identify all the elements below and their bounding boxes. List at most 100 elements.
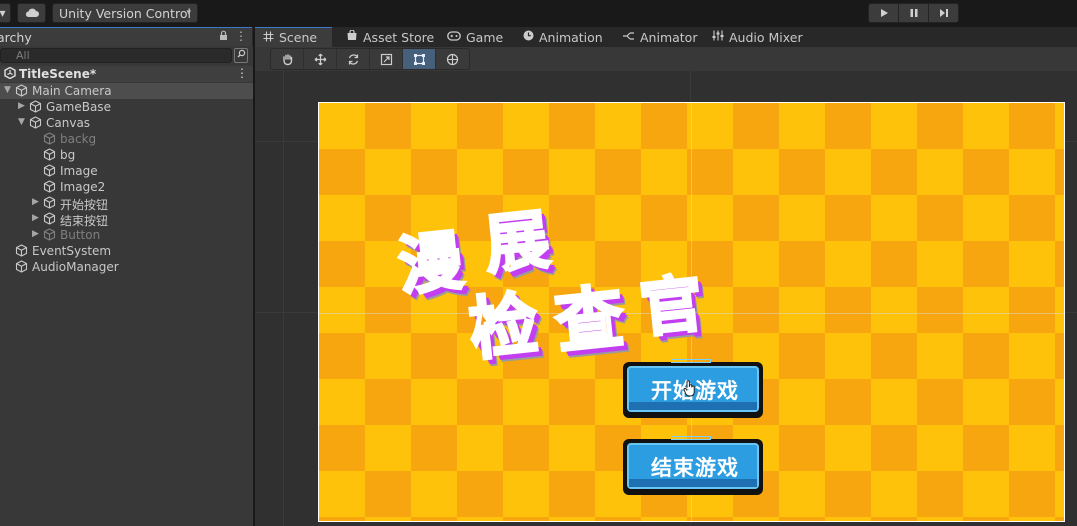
gameobject-cube-icon	[43, 180, 56, 193]
hierarchy-item[interactable]: ▶ Button	[0, 227, 253, 243]
gameobject-cube-icon	[29, 116, 42, 129]
hierarchy-item-label: Image2	[60, 180, 106, 194]
expand-arrow-right-icon[interactable]: ▶	[32, 213, 39, 223]
end-game-button[interactable]: 结束游戏	[623, 436, 763, 495]
tab-label: Game	[466, 29, 504, 45]
expand-arrow-down-icon[interactable]: ▼	[4, 85, 11, 95]
hierarchy-item[interactable]: Image2	[0, 179, 253, 195]
hierarchy-item[interactable]: EventSystem	[0, 243, 253, 259]
gameobject-cube-icon	[15, 260, 28, 273]
version-control-dropdown[interactable]: Unity Version Control ▾	[52, 3, 198, 23]
tab-label: Audio Mixer	[729, 29, 803, 45]
tab-animation[interactable]: Animation	[523, 27, 603, 47]
hierarchy-item[interactable]: ▶ 结束按钮	[0, 211, 253, 228]
hierarchy-search-input[interactable]: All	[0, 48, 232, 63]
cloud-icon	[25, 8, 39, 17]
pause-icon	[910, 9, 917, 17]
lock-icon[interactable]	[219, 30, 228, 44]
search-type-button[interactable]	[234, 48, 248, 63]
tab-game[interactable]: Game	[447, 27, 503, 47]
scene-panel: Scene Asset Store Game Animation Animator Aud…	[255, 27, 1077, 526]
gameobject-cube-icon	[43, 164, 56, 177]
step-button[interactable]	[928, 3, 959, 23]
canvas-game-view[interactable]: 漫 展 检 查 官 开始游戏 结束游戏	[318, 102, 1065, 522]
scene-root-row[interactable]: TitleScene* ⋮	[0, 66, 253, 82]
logo-char: 检	[464, 283, 543, 372]
tab-asset-store[interactable]: Asset Store	[346, 27, 434, 47]
step-icon	[939, 9, 948, 17]
grid-icon	[263, 31, 274, 45]
hierarchy-item[interactable]: AudioManager	[0, 259, 253, 275]
expand-arrow-right-icon[interactable]: ▶	[32, 197, 39, 207]
hierarchy-panel: archy ⋮ All TitleScene* ⋮ ▼ Main Camera ▶ G…	[0, 27, 253, 526]
hand-tool-icon	[282, 53, 292, 65]
tab-audio-mixer[interactable]: Audio Mixer	[712, 27, 803, 47]
hierarchy-item[interactable]: ▶ GameBase	[0, 99, 253, 115]
hierarchy-tab-label: archy	[0, 30, 32, 45]
tab-hierarchy[interactable]: archy ⋮	[0, 27, 252, 46]
move-tool-icon	[314, 53, 326, 65]
kebab-menu-icon[interactable]: ⋮	[235, 29, 247, 43]
gameobject-cube-icon	[43, 196, 56, 209]
store-icon	[346, 29, 358, 44]
rotate-tool-icon	[348, 53, 358, 65]
gameobject-cube-icon	[15, 84, 28, 97]
unity-scene-icon	[4, 66, 16, 82]
search-icon	[237, 49, 245, 58]
scene-tabbar: Scene Asset Store Game Animation Animator Aud…	[255, 27, 1077, 47]
play-button[interactable]	[868, 3, 899, 23]
hierarchy-item[interactable]: ▼ Main Camera	[0, 83, 253, 99]
hierarchy-item-label: Main Camera	[32, 84, 112, 98]
hierarchy-item-label: EventSystem	[32, 244, 112, 258]
rect-tool-button[interactable]	[403, 49, 436, 69]
hand-tool-button[interactable]	[271, 49, 304, 69]
chevron-down-icon: ▾	[0, 6, 6, 20]
scale-tool-icon	[380, 53, 392, 65]
hierarchy-item[interactable]: bg	[0, 147, 253, 163]
hierarchy-item[interactable]: Image	[0, 163, 253, 179]
tab-label: Animation	[539, 29, 603, 45]
hierarchy-item[interactable]: ▼ Canvas	[0, 115, 253, 131]
hierarchy-item-label: backg	[60, 132, 97, 146]
cloud-button[interactable]	[17, 3, 46, 23]
hierarchy-item-label: AudioManager	[32, 260, 119, 274]
move-tool-button[interactable]	[304, 49, 337, 69]
gameobject-cube-icon	[43, 148, 56, 161]
expand-arrow-right-icon[interactable]: ▶	[32, 229, 39, 239]
hierarchy-item[interactable]: backg	[0, 131, 253, 147]
gameobject-cube-icon	[43, 132, 56, 145]
tab-label: Scene	[279, 30, 318, 45]
hierarchy-tabbar: archy ⋮	[0, 27, 253, 46]
gamepad-icon	[447, 30, 461, 44]
pause-button[interactable]	[898, 3, 929, 23]
end-game-label: 结束游戏	[651, 456, 739, 480]
logo-char: 官	[635, 265, 707, 347]
gameobject-cube-icon	[29, 100, 42, 113]
rect-handle[interactable]	[671, 359, 711, 363]
hierarchy-item-label: Canvas	[46, 116, 91, 130]
search-placeholder: All	[16, 49, 30, 62]
rotate-tool-button[interactable]	[337, 49, 370, 69]
mixer-icon	[712, 30, 724, 44]
scale-tool-button[interactable]	[370, 49, 403, 69]
expand-arrow-right-icon[interactable]: ▶	[18, 101, 25, 111]
tab-scene[interactable]: Scene	[255, 27, 332, 47]
animator-icon	[622, 31, 635, 44]
rect-tool-icon	[413, 53, 425, 65]
button-face: 结束游戏	[627, 443, 759, 489]
account-dropdown[interactable]: ▾	[0, 3, 11, 23]
tab-animator[interactable]: Animator	[622, 27, 697, 47]
kebab-menu-icon[interactable]: ⋮	[236, 66, 248, 80]
chevron-down-icon: ▾	[186, 8, 191, 18]
tab-label: Asset Store	[363, 29, 435, 45]
gameobject-cube-icon	[15, 244, 28, 257]
logo-char: 漫	[394, 223, 468, 306]
clock-icon	[523, 30, 534, 44]
playback-controls	[868, 3, 959, 23]
rect-handle[interactable]	[671, 436, 711, 440]
expand-arrow-down-icon[interactable]: ▼	[18, 117, 25, 127]
hierarchy-item[interactable]: ▶ 开始按钮	[0, 195, 253, 212]
scene-viewport[interactable]: 漫 展 检 查 官 开始游戏 结束游戏	[255, 71, 1077, 526]
transform-tool-button[interactable]	[436, 49, 469, 69]
scene-name: TitleScene*	[19, 67, 97, 81]
